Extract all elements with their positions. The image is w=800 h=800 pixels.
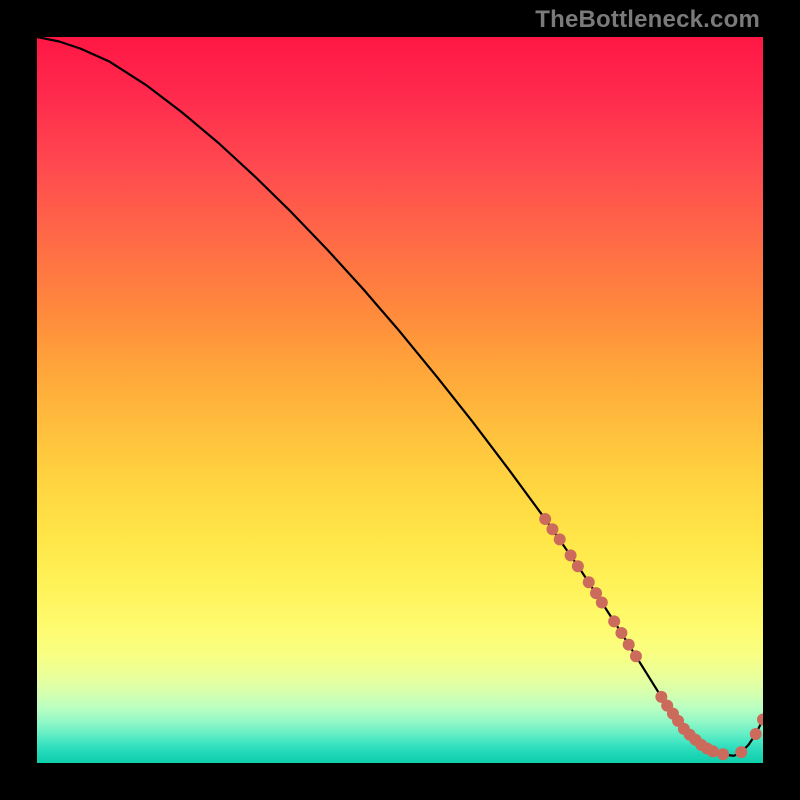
marker-dot — [596, 597, 608, 609]
marker-dot — [757, 713, 763, 725]
marker-dot — [707, 745, 719, 757]
marker-dot — [667, 708, 679, 720]
marker-dot — [689, 734, 701, 746]
chart-plot-area — [37, 37, 763, 763]
marker-dot — [608, 615, 620, 627]
marker-dot — [655, 691, 667, 703]
marker-dot — [701, 742, 713, 754]
marker-dot — [565, 549, 577, 561]
marker-dot — [590, 587, 602, 599]
marker-dot — [678, 723, 690, 735]
marker-dot — [615, 627, 627, 639]
marker-dot — [695, 739, 707, 751]
marker-dot — [623, 639, 635, 651]
marker-dot — [539, 513, 551, 525]
marker-dot — [684, 729, 696, 741]
chart-svg — [37, 37, 763, 763]
marker-dot — [572, 560, 584, 572]
marker-dot — [554, 533, 566, 545]
bottleneck-curve-path — [37, 37, 763, 756]
watermark-text: TheBottleneck.com — [535, 6, 760, 34]
marker-dot — [546, 523, 558, 535]
marker-dot — [750, 728, 762, 740]
chart-stage: TheBottleneck.com — [0, 0, 800, 800]
marker-layer — [539, 513, 763, 760]
marker-dot — [735, 746, 747, 758]
marker-dot — [672, 715, 684, 727]
marker-dot — [630, 650, 642, 662]
marker-dot — [661, 700, 673, 712]
marker-dot — [717, 748, 729, 760]
marker-dot — [583, 576, 595, 588]
